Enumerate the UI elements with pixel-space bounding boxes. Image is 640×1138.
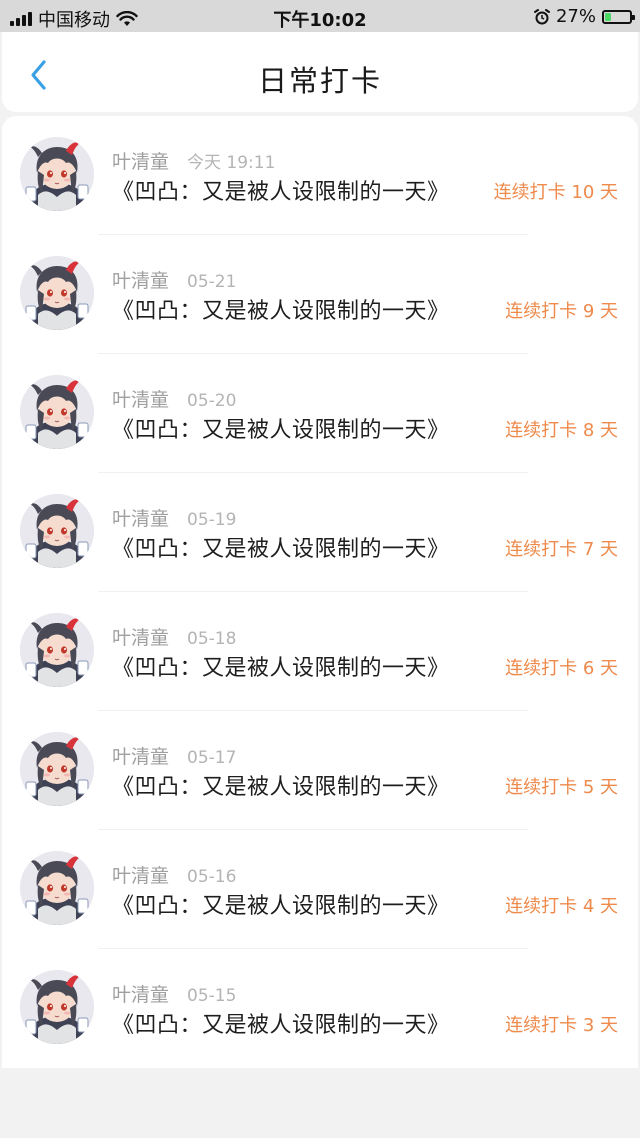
item-title: 《凹凸：又是被人设限制的一天》 (112, 418, 450, 443)
alarm-clock-icon (533, 8, 550, 24)
item-streak-badge: 连续打卡 9 天 (505, 301, 618, 322)
checkin-list-item[interactable]: 叶清童 05-17 《凹凸：又是被人设限制的一天》 连续打卡 5 天 (2, 711, 638, 830)
item-meta: 叶清童 05-18 (112, 623, 236, 650)
avatar-image (20, 851, 94, 925)
checkin-list: 叶清童 今天 19:11 《凹凸：又是被人设限制的一天》 连续打卡 10 天 叶… (2, 116, 638, 1068)
item-meta: 叶清童 05-19 (112, 504, 236, 531)
item-meta: 叶清童 05-17 (112, 742, 236, 769)
item-date: 05-16 (187, 867, 237, 887)
avatar-image (20, 732, 94, 806)
battery-icon (602, 9, 635, 24)
checkin-list-item[interactable]: 叶清童 05-21 《凹凸：又是被人设限制的一天》 连续打卡 9 天 (2, 235, 638, 354)
nav-header: 日常打卡 (2, 32, 638, 112)
avatar[interactable] (20, 375, 94, 449)
item-streak-badge: 连续打卡 8 天 (505, 420, 618, 441)
item-date: 今天 19:11 (187, 153, 276, 173)
item-title: 《凹凸：又是被人设限制的一天》 (112, 894, 450, 919)
item-meta: 叶清童 05-15 (112, 980, 236, 1007)
item-title: 《凹凸：又是被人设限制的一天》 (112, 299, 450, 324)
checkin-list-item[interactable]: 叶清童 05-15 《凹凸：又是被人设限制的一天》 连续打卡 3 天 (2, 949, 638, 1068)
item-date: 05-20 (187, 391, 237, 411)
avatar-image (20, 970, 94, 1044)
item-streak-badge: 连续打卡 6 天 (505, 658, 618, 679)
checkin-list-item[interactable]: 叶清童 05-16 《凹凸：又是被人设限制的一天》 连续打卡 4 天 (2, 830, 638, 949)
avatar[interactable] (20, 613, 94, 687)
item-date: 05-15 (187, 986, 237, 1006)
item-meta: 叶清童 05-21 (112, 266, 236, 293)
checkin-list-item[interactable]: 叶清童 05-18 《凹凸：又是被人设限制的一天》 连续打卡 6 天 (2, 592, 638, 711)
item-username: 叶清童 (112, 508, 170, 530)
item-title: 《凹凸：又是被人设限制的一天》 (112, 1013, 450, 1038)
avatar[interactable] (20, 732, 94, 806)
item-date: 05-17 (187, 748, 237, 768)
avatar[interactable] (20, 970, 94, 1044)
checkin-list-item[interactable]: 叶清童 05-19 《凹凸：又是被人设限制的一天》 连续打卡 7 天 (2, 473, 638, 592)
item-username: 叶清童 (112, 746, 170, 768)
item-streak-badge: 连续打卡 7 天 (505, 539, 618, 560)
status-right: 27% (533, 6, 635, 27)
avatar[interactable] (20, 851, 94, 925)
page-title: 日常打卡 (257, 64, 382, 98)
item-meta: 叶清童 今天 19:11 (112, 147, 275, 174)
item-username: 叶清童 (112, 865, 170, 887)
item-meta: 叶清童 05-16 (112, 861, 236, 888)
item-date: 05-19 (187, 510, 237, 530)
avatar-image (20, 137, 94, 211)
item-title: 《凹凸：又是被人设限制的一天》 (112, 537, 450, 562)
battery-percent: 27% (555, 6, 596, 27)
item-date: 05-18 (187, 629, 237, 649)
checkin-list-item[interactable]: 叶清童 05-20 《凹凸：又是被人设限制的一天》 连续打卡 8 天 (2, 354, 638, 473)
item-username: 叶清童 (112, 151, 170, 173)
checkin-list-item[interactable]: 叶清童 今天 19:11 《凹凸：又是被人设限制的一天》 连续打卡 10 天 (2, 116, 638, 235)
avatar[interactable] (20, 494, 94, 568)
status-bar: 中国移动 下午10:02 27% (0, 0, 640, 32)
avatar-image (20, 613, 94, 687)
item-streak-badge: 连续打卡 4 天 (505, 896, 618, 917)
battery-fill (605, 12, 611, 21)
item-title: 《凹凸：又是被人设限制的一天》 (112, 775, 450, 800)
item-username: 叶清童 (112, 389, 170, 411)
item-streak-badge: 连续打卡 5 天 (505, 777, 618, 798)
avatar[interactable] (20, 137, 94, 211)
avatar-image (20, 494, 94, 568)
item-date: 05-21 (187, 272, 237, 292)
item-meta: 叶清童 05-20 (112, 385, 236, 412)
avatar[interactable] (20, 256, 94, 330)
item-title: 《凹凸：又是被人设限制的一天》 (112, 180, 450, 205)
item-username: 叶清童 (112, 627, 170, 649)
avatar-image (20, 256, 94, 330)
item-streak-badge: 连续打卡 3 天 (505, 1015, 618, 1036)
item-username: 叶清童 (112, 984, 170, 1006)
avatar-image (20, 375, 94, 449)
item-username: 叶清童 (112, 270, 170, 292)
item-title: 《凹凸：又是被人设限制的一天》 (112, 656, 450, 681)
item-streak-badge: 连续打卡 10 天 (493, 182, 618, 203)
